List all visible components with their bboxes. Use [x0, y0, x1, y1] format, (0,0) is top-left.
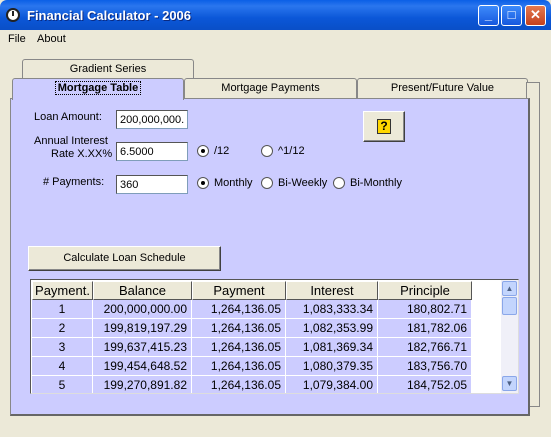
cell-balance: 199,270,891.82	[93, 376, 192, 393]
window-title: Financial Calculator - 2006	[27, 8, 192, 23]
cell-balance: 199,454,648.52	[93, 357, 192, 376]
calculate-loan-schedule-button[interactable]: Calculate Loan Schedule	[28, 246, 221, 271]
cell-payment-number: 3	[32, 338, 93, 357]
tab-present-future-value[interactable]: Present/Future Value	[357, 78, 528, 98]
help-button[interactable]: ?	[363, 111, 405, 142]
frequency-radio-bimonthly[interactable]	[333, 177, 345, 189]
table-row[interactable]: 5 199,270,891.82 1,264,136.05 1,079,384.…	[32, 376, 472, 393]
scroll-up-icon[interactable]: ▲	[502, 281, 517, 296]
cell-interest: 1,079,384.00	[286, 376, 378, 393]
column-header[interactable]: Payment	[192, 281, 286, 300]
cell-principle: 180,802.71	[378, 300, 472, 319]
cell-interest: 1,083,333.34	[286, 300, 378, 319]
cell-payment-number: 4	[32, 357, 93, 376]
tab-mortgage-payments[interactable]: Mortgage Payments	[184, 78, 357, 98]
column-header[interactable]: Principle	[378, 281, 472, 300]
loan-amount-label: Loan Amount:	[34, 111, 102, 123]
frequency-option-label: Bi-Weekly	[278, 177, 328, 189]
cell-principle: 181,782.06	[378, 319, 472, 338]
cell-balance: 199,819,197.29	[93, 319, 192, 338]
cell-interest: 1,080,379.35	[286, 357, 378, 376]
vertical-scrollbar[interactable]: ▲ ▼	[501, 280, 518, 393]
frequency-option-label: Monthly	[214, 177, 253, 189]
cell-payment-number: 1	[32, 300, 93, 319]
tab-mortgage-table[interactable]: Mortgage Table	[12, 78, 184, 100]
cell-interest: 1,082,353.99	[286, 319, 378, 338]
tab-label: Mortgage Payments	[221, 82, 320, 94]
rate-radio-div12[interactable]	[197, 145, 209, 157]
cell-payment-number: 2	[32, 319, 93, 338]
payments-label: # Payments:	[43, 176, 105, 188]
cell-payment-number: 5	[32, 376, 93, 393]
tab-gradient-series[interactable]: Gradient Series	[22, 59, 194, 79]
tab-label: Present/Future Value	[390, 82, 495, 94]
rate-label-line2: Rate X.XX%	[51, 148, 113, 160]
frequency-radio-monthly[interactable]	[197, 177, 209, 189]
title-bar: Financial Calculator - 2006 _ □ ✕	[0, 0, 551, 30]
tab-label: Mortgage Table	[54, 81, 142, 95]
payments-input[interactable]	[116, 175, 188, 194]
loan-amount-input[interactable]	[116, 110, 188, 129]
cell-principle: 184,752.05	[378, 376, 472, 393]
help-key-icon: ?	[377, 119, 391, 134]
scroll-thumb[interactable]	[502, 297, 517, 315]
menu-file[interactable]: File	[8, 33, 26, 45]
rate-option-label: ^1/12	[278, 145, 305, 157]
table-row[interactable]: 1 200,000,000.00 1,264,136.05 1,083,333.…	[32, 300, 472, 319]
menu-bar: File About	[0, 30, 551, 49]
close-button[interactable]: ✕	[525, 5, 546, 26]
scroll-down-icon[interactable]: ▼	[502, 376, 517, 391]
rate-label-line1: Annual Interest	[34, 135, 108, 147]
table-row[interactable]: 4 199,454,648.52 1,264,136.05 1,080,379.…	[32, 357, 472, 376]
frequency-radio-biweekly[interactable]	[261, 177, 273, 189]
status-bar	[4, 416, 547, 433]
maximize-button[interactable]: □	[501, 5, 522, 26]
column-header[interactable]: Interest	[286, 281, 378, 300]
tab-label: Gradient Series	[69, 63, 147, 75]
cell-payment: 1,264,136.05	[192, 300, 286, 319]
cell-balance: 200,000,000.00	[93, 300, 192, 319]
minimize-button[interactable]: _	[478, 5, 499, 26]
rate-radio-root12[interactable]	[261, 145, 273, 157]
rate-input[interactable]	[116, 142, 188, 161]
cell-interest: 1,081,369.34	[286, 338, 378, 357]
cell-payment: 1,264,136.05	[192, 376, 286, 393]
cell-payment: 1,264,136.05	[192, 338, 286, 357]
column-header[interactable]: Balance	[93, 281, 192, 300]
frequency-option-label: Bi-Monthly	[350, 177, 402, 189]
cell-principle: 183,756.70	[378, 357, 472, 376]
clock-icon	[6, 8, 20, 22]
loan-schedule-table[interactable]: Payment. Balance Payment Interest Princi…	[30, 279, 519, 394]
rate-option-label: /12	[214, 145, 230, 157]
cell-payment: 1,264,136.05	[192, 357, 286, 376]
column-header[interactable]: Payment.	[32, 281, 93, 300]
cell-balance: 199,637,415.23	[93, 338, 192, 357]
table-row[interactable]: 2 199,819,197.29 1,264,136.05 1,082,353.…	[32, 319, 472, 338]
menu-about[interactable]: About	[37, 33, 66, 45]
cell-payment: 1,264,136.05	[192, 319, 286, 338]
cell-principle: 182,766.71	[378, 338, 472, 357]
table-row[interactable]: 3 199,637,415.23 1,264,136.05 1,081,369.…	[32, 338, 472, 357]
